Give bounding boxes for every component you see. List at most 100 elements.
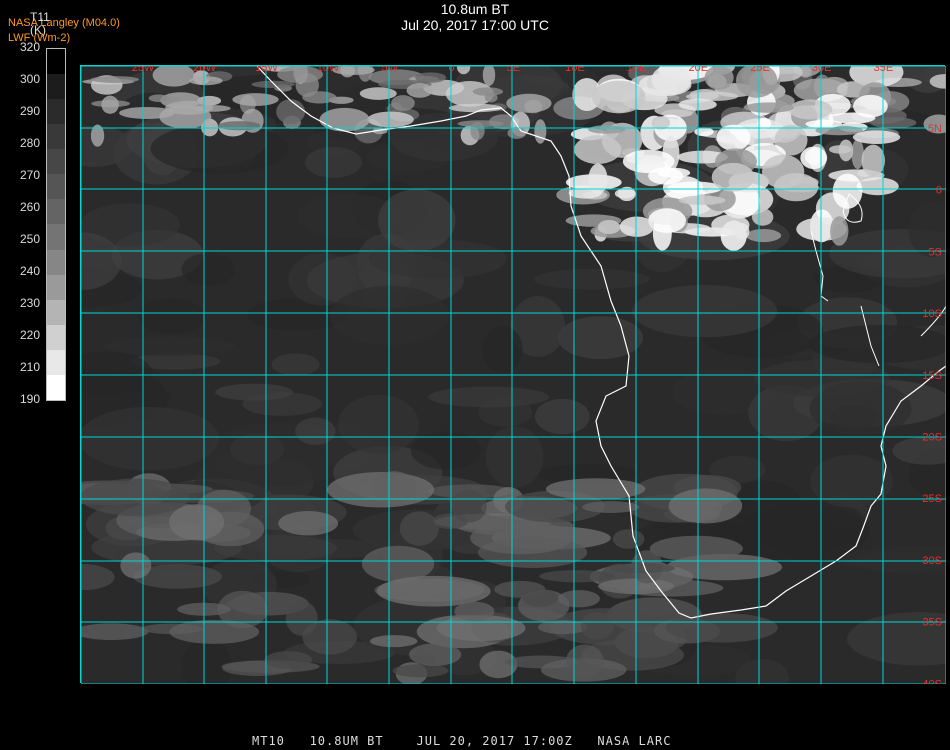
cloud-top xyxy=(165,100,214,115)
cloud-top xyxy=(470,121,485,141)
cloud-top xyxy=(90,76,140,83)
longitude-label: 5E xyxy=(506,66,519,74)
latitude-label: 30S xyxy=(922,555,942,567)
colorbar xyxy=(46,48,66,401)
convective-cloud xyxy=(588,125,626,134)
colorbar-segment xyxy=(47,224,65,250)
cloud-streak xyxy=(612,529,645,549)
colorbar-tick-label: 250 xyxy=(19,232,40,246)
cloud-top xyxy=(359,87,397,100)
colorbar-segment xyxy=(47,324,65,350)
convective-cloud xyxy=(788,99,833,120)
cloud-texture xyxy=(271,353,320,376)
colorbar-tick-label: 280 xyxy=(19,136,40,150)
map-canvas: 25W 20W 15W 10W 5W 0 5E 10E 15E 20E 25E 30E 35E 5N 0 5S… xyxy=(81,66,946,684)
colorbar-segment xyxy=(47,74,65,100)
cloud-streak xyxy=(649,535,743,562)
cloud-streak xyxy=(369,635,418,648)
cloud-streak xyxy=(399,511,439,546)
cloud-texture xyxy=(138,298,206,334)
latitude-label: 35S xyxy=(922,617,942,629)
cloud-texture xyxy=(104,336,236,356)
convective-cloud xyxy=(591,80,646,114)
latitude-label: 5N xyxy=(928,123,942,135)
latitude-label: 40S xyxy=(922,678,942,684)
longitude-label: 25E xyxy=(750,66,770,74)
convective-cloud xyxy=(619,216,655,237)
colorbar-segment xyxy=(47,149,65,175)
cloud-top xyxy=(148,94,169,102)
cloud-texture xyxy=(305,146,362,178)
latitude-label: 0 xyxy=(936,185,942,197)
image-title: 10.8um BT xyxy=(440,1,510,17)
cloud-top xyxy=(406,83,433,98)
cloud-texture xyxy=(557,316,643,360)
convective-cloud xyxy=(678,195,726,206)
longitude-label: 0 xyxy=(448,66,454,74)
cloud-streak xyxy=(545,478,646,500)
cloud-streak xyxy=(610,563,675,574)
cloud-streak xyxy=(302,619,357,655)
footer-caption: MT10 10.8UM BT JUL 20, 2017 17:00Z NASA … xyxy=(252,734,672,748)
cloud-top xyxy=(189,76,223,86)
convective-cloud xyxy=(852,130,901,144)
cloud-texture xyxy=(534,398,590,435)
convective-cloud xyxy=(744,102,794,113)
convective-cloud xyxy=(711,162,755,192)
cloud-streak xyxy=(539,570,616,583)
cloud-top xyxy=(534,119,547,144)
cloud-texture xyxy=(533,268,650,290)
cloud-top xyxy=(506,93,552,113)
longitude-label: 25W xyxy=(132,66,155,74)
cloud-texture xyxy=(485,426,544,488)
convective-cloud xyxy=(829,145,852,154)
colorbar-labels: 320 300 290 280 270 260 250 240 230 220 210 190 xyxy=(0,0,44,420)
colorbar-segment xyxy=(47,174,65,200)
cloud-streak xyxy=(566,644,604,677)
cloud-top xyxy=(484,92,498,103)
cloud-streak xyxy=(522,589,559,607)
latitude-label: 10S xyxy=(922,308,942,320)
convective-cloud xyxy=(711,214,750,236)
colorbar-tick-label: 240 xyxy=(19,264,40,278)
cloud-streak xyxy=(665,613,778,643)
cloud-texture xyxy=(632,284,778,338)
cloud-texture xyxy=(181,253,235,286)
colorbar-tick-label: 260 xyxy=(19,200,40,214)
latitude-label: 15S xyxy=(922,370,942,382)
cloud-top xyxy=(302,91,337,104)
convective-cloud xyxy=(828,112,876,124)
cloud-streak xyxy=(557,590,600,608)
cloud-texture xyxy=(810,454,893,508)
colorbar-segment xyxy=(47,249,65,275)
convective-cloud xyxy=(716,124,751,151)
colorbar-tick-label: 300 xyxy=(19,72,40,86)
colorbar-tick-label: 230 xyxy=(19,296,40,310)
cloud-texture xyxy=(753,359,890,397)
longitude-label: 30E xyxy=(812,66,832,74)
cloud-streak xyxy=(454,601,495,622)
latitude-label: 25S xyxy=(922,493,942,505)
convective-cloud xyxy=(761,154,805,189)
convective-cloud xyxy=(800,146,828,170)
cloud-texture xyxy=(428,386,550,408)
cloud-texture xyxy=(150,123,289,174)
longitude-label: 15E xyxy=(627,66,647,74)
convective-cloud xyxy=(614,188,636,199)
cloud-texture xyxy=(81,406,220,471)
longitude-label: 35E xyxy=(874,66,894,74)
cloud-streak xyxy=(278,511,339,536)
longitude-label: 20E xyxy=(689,66,709,74)
colorbar-tick-label: 270 xyxy=(19,168,40,182)
colorbar-segment xyxy=(47,349,65,375)
colorbar-segment xyxy=(47,274,65,300)
longitude-label: 20W xyxy=(193,66,216,74)
colorbar-segment xyxy=(47,199,65,225)
cloud-top xyxy=(217,121,261,131)
latitude-label: 5S xyxy=(929,246,942,258)
cloud-top xyxy=(367,111,414,128)
cloud-streak xyxy=(392,664,449,678)
cloud-texture xyxy=(808,325,946,364)
cloud-streak xyxy=(432,513,468,530)
convective-cloud xyxy=(832,173,863,209)
